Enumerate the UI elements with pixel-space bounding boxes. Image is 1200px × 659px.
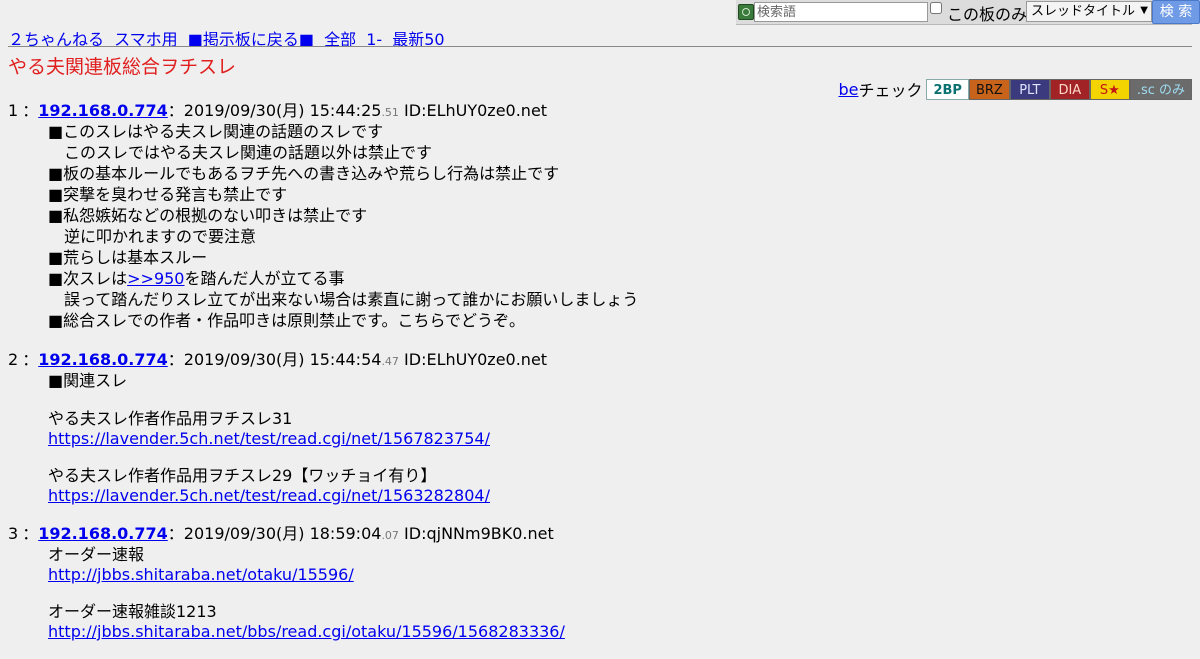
post-line: http://jbbs.shitaraba.net/bbs/read.cgi/o… [48, 622, 1188, 641]
external-link[interactable]: http://jbbs.shitaraba.net/otaku/15596/ [48, 565, 354, 584]
post-body: ■このスレはやる夫スレ関連の話題のスレです このスレではやる夫スレ関連の話題以外… [48, 121, 1188, 331]
filter-2bp-button[interactable]: 2BP [926, 78, 969, 100]
post-id[interactable]: ID:ELhUY0ze0.net [404, 101, 547, 120]
post-number[interactable]: 2 [8, 350, 18, 369]
post-id[interactable]: ID:qjNNm9BK0.net [404, 524, 554, 543]
post-ms: .07 [381, 529, 399, 542]
post-line: オーダー速報 [48, 545, 145, 564]
post-body: ■関連スレ やる夫スレ作者作品用ヲチスレ31 https://lavender.… [48, 370, 1188, 505]
board-only-label: この板のみ [947, 5, 1028, 24]
search-bar: この板のみ スレッドタイトル ▼ 検 索 [736, 0, 1200, 25]
board-only-checkbox[interactable] [930, 2, 942, 14]
post-separator: ： [167, 524, 184, 543]
search-button[interactable]: 検 索 [1152, 0, 1200, 24]
post-line: https://lavender.5ch.net/test/read.cgi/n… [48, 486, 1188, 505]
thread-link[interactable]: https://lavender.5ch.net/test/read.cgi/n… [48, 486, 490, 505]
be-link[interactable]: be [838, 80, 858, 99]
be-check-label: チェック [858, 81, 923, 100]
filter-dia-button[interactable]: DIA [1049, 78, 1090, 100]
post-1: 1 ：192.168.0.774：2019/09/30(月) 15:44:25.5… [8, 100, 1188, 331]
post-line: ■板の基本ルールでもあるヲチ先への書き込みや荒らし行為は禁止です [48, 164, 560, 183]
post-number[interactable]: 1 [8, 101, 18, 120]
post-header: 2 ：192.168.0.774：2019/09/30(月) 15:44:54.4… [8, 349, 1188, 370]
post-header: 1 ：192.168.0.774：2019/09/30(月) 15:44:25.5… [8, 100, 1188, 121]
post-line: やる夫スレ作者作品用ヲチスレ29【ワッチョイ有り】 [48, 466, 437, 485]
search-input[interactable] [754, 2, 928, 22]
post-line: https://lavender.5ch.net/test/read.cgi/n… [48, 429, 1188, 448]
post-2: 2 ：192.168.0.774：2019/09/30(月) 15:44:54.4… [8, 349, 1188, 505]
post-3: 3 ：192.168.0.774：2019/09/30(月) 18:59:04.0… [8, 523, 1188, 641]
post-header: 3 ：192.168.0.774：2019/09/30(月) 18:59:04.0… [8, 523, 1188, 544]
post-line: ■突撃を臭わせる発言も禁止です [48, 185, 288, 204]
filter-s-star-button[interactable]: S★ [1089, 78, 1130, 100]
post-line: やる夫スレ作者作品用ヲチスレ31 [48, 409, 293, 428]
post-list: 1 ：192.168.0.774：2019/09/30(月) 15:44:25.5… [8, 100, 1188, 659]
search-mode-select[interactable]: スレッドタイトル ▼ [1026, 1, 1152, 22]
dropdown-arrow-icon: ▼ [1140, 5, 1148, 16]
anchor-link[interactable]: >>950 [127, 269, 184, 288]
filter-brz-button[interactable]: BRZ [968, 78, 1010, 100]
post-separator: ： [167, 350, 184, 369]
post-line: ■私怨嫉妬などの根拠のない叩きは禁止です [48, 206, 368, 225]
post-line: ■関連スレ [48, 371, 128, 390]
post-separator: ： [22, 101, 39, 120]
thread-title: やる夫関連板総合ヲチスレ [8, 56, 237, 78]
post-separator: ： [22, 524, 39, 543]
filter-plt-button[interactable]: PLT [1009, 78, 1050, 100]
post-id[interactable]: ID:ELhUY0ze0.net [404, 350, 547, 369]
post-body: オーダー速報 http://jbbs.shitaraba.net/otaku/1… [48, 544, 1188, 641]
post-line: ■荒らしは基本スルー [48, 248, 208, 267]
post-author[interactable]: 192.168.0.774 [38, 101, 168, 120]
thread-link[interactable]: https://lavender.5ch.net/test/read.cgi/n… [48, 429, 490, 448]
post-author[interactable]: 192.168.0.774 [38, 350, 168, 369]
divider [8, 46, 1192, 47]
post-line: 逆に叩かれますので要注意 [64, 227, 257, 246]
post-line: 誤って踏んだりスレ立てが出来ない場合は素直に謝って誰かにお願いしましょう [64, 290, 639, 309]
external-link[interactable]: http://jbbs.shitaraba.net/bbs/read.cgi/o… [48, 622, 565, 641]
be-check-bar: be チェック 2BP BRZ PLT DIA S★ .sc のみ [838, 78, 1192, 100]
post-line: ■次スレは>>950を踏んだ人が立てる事 [48, 268, 1188, 289]
post-text: を踏んだ人が立てる事 [184, 269, 345, 288]
post-date: 2019/09/30(月) 18:59:04 [183, 524, 382, 543]
post-date: 2019/09/30(月) 15:44:25 [183, 101, 382, 120]
filter-sc-only-button[interactable]: .sc のみ [1129, 78, 1192, 100]
post-author[interactable]: 192.168.0.774 [38, 524, 168, 543]
post-text: ■次スレは [48, 269, 128, 288]
post-line: オーダー速報雑談1213 [48, 602, 217, 621]
post-separator: ： [167, 101, 184, 120]
post-line: ■総合スレでの作者・作品叩きは原則禁止です。こちらでどうぞ。 [48, 311, 526, 330]
post-ms: .51 [381, 106, 399, 119]
post-number[interactable]: 3 [8, 524, 18, 543]
post-date: 2019/09/30(月) 15:44:54 [183, 350, 382, 369]
post-line: このスレではやる夫スレ関連の話題以外は禁止です [64, 143, 433, 162]
post-line: ■このスレはやる夫スレ関連の話題のスレです [48, 122, 384, 141]
post-separator: ： [22, 350, 39, 369]
site-logo-icon[interactable] [738, 4, 754, 20]
search-mode-value: スレッドタイトル [1031, 4, 1136, 19]
post-ms: .47 [381, 355, 399, 368]
post-line: http://jbbs.shitaraba.net/otaku/15596/ [48, 565, 1188, 584]
